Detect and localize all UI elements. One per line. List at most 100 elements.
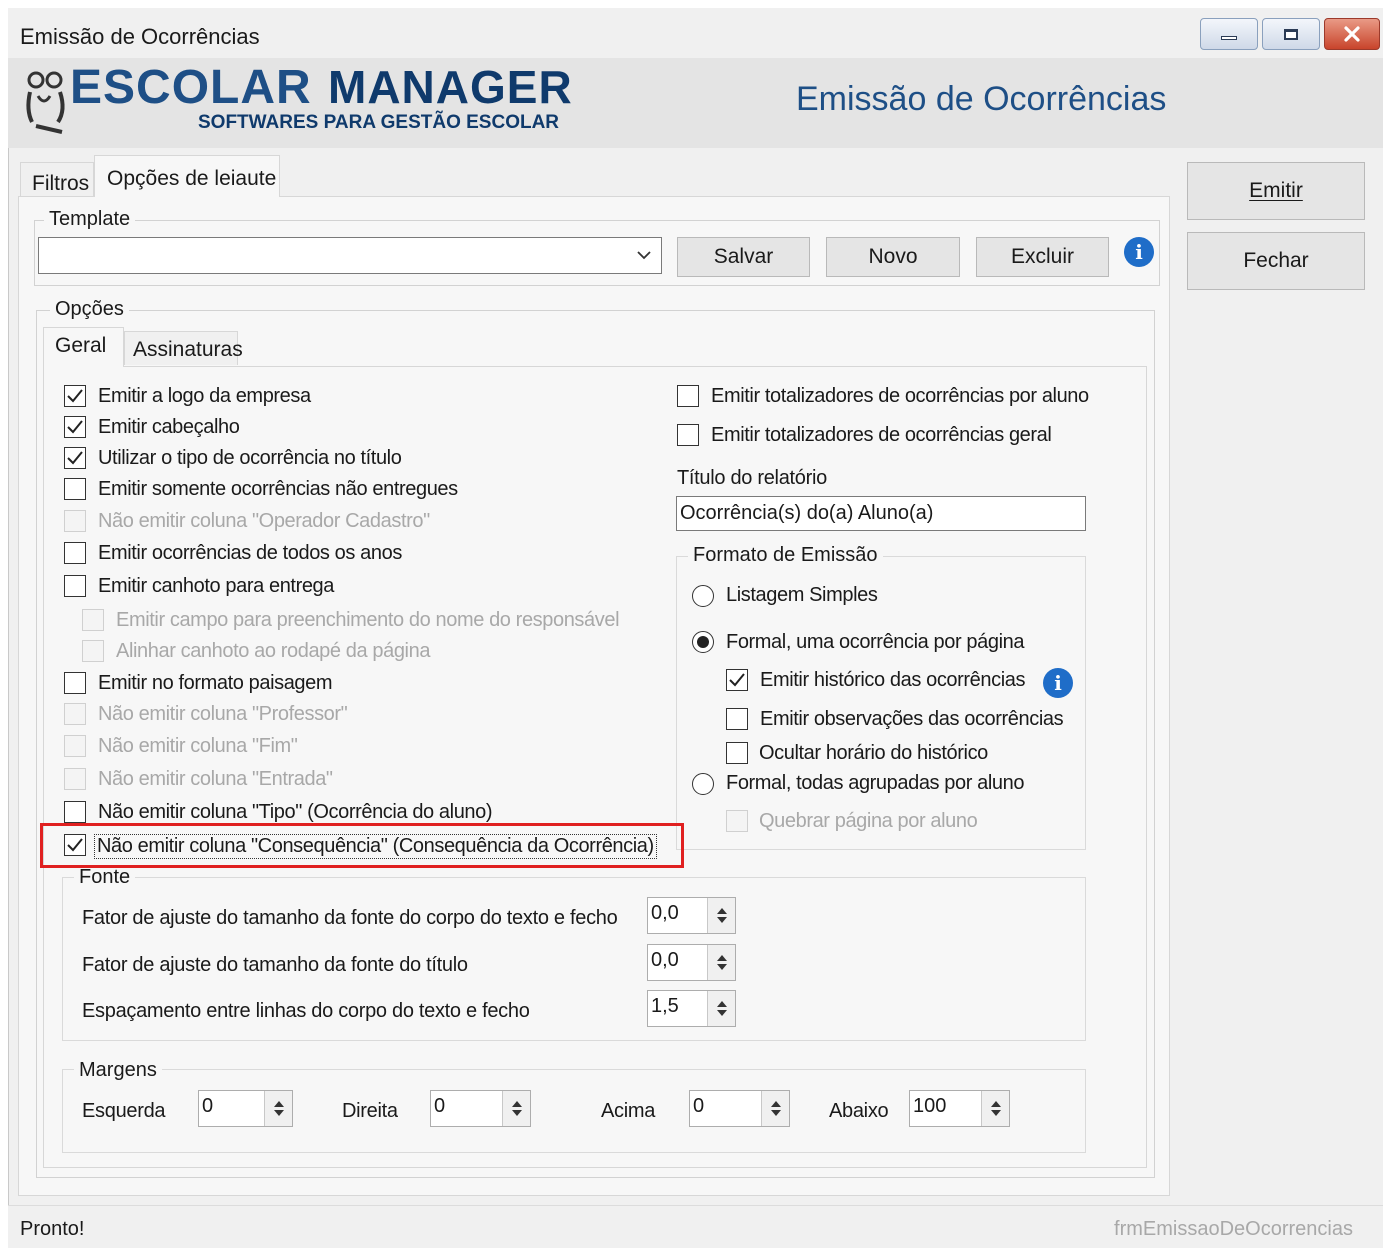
close-icon xyxy=(1344,26,1360,42)
chevron-down-icon xyxy=(637,251,651,260)
option-label: Não emitir coluna "Professor" xyxy=(98,703,348,725)
esquerda-stepper[interactable]: 0 xyxy=(198,1090,293,1127)
tab-filtros[interactable]: Filtros xyxy=(20,162,94,196)
label-totalizadores-aluno: Emitir totalizadores de ocorrências por … xyxy=(711,385,1089,407)
espacamento-stepper[interactable]: 1,5 xyxy=(647,990,736,1027)
margens-group-label: Margens xyxy=(74,1059,162,1082)
checkbox-option[interactable] xyxy=(64,416,86,438)
window-title: Emissão de Ocorrências xyxy=(20,24,260,49)
checkbox-totalizadores-geral[interactable] xyxy=(677,424,699,446)
checkbox-option[interactable] xyxy=(64,735,86,757)
tab-assinaturas[interactable]: Assinaturas xyxy=(124,331,243,365)
spinner-arrows-icon[interactable] xyxy=(707,991,735,1026)
option-label: Não emitir coluna "Operador Cadastro" xyxy=(98,510,430,532)
form-name-label: frmEmissaoDeOcorrencias xyxy=(1114,1218,1353,1240)
esquerda-label: Esquerda xyxy=(82,1100,166,1122)
page-title: Emissão de Ocorrências xyxy=(796,80,1167,118)
checkbox-option[interactable] xyxy=(64,575,86,597)
abaixo-stepper[interactable]: 100 xyxy=(909,1090,1010,1127)
option-label: Emitir a logo da empresa xyxy=(98,385,311,407)
header-banner: ESCOLAR MANAGER SOFTWARES PARA GESTÃO ES… xyxy=(8,58,1383,148)
radio-listagem-simples[interactable] xyxy=(692,585,714,607)
option-label: Não emitir coluna "Fim" xyxy=(98,735,298,757)
checkbox-option[interactable] xyxy=(64,447,86,469)
checkbox-emitir-observacoes[interactable] xyxy=(726,708,748,730)
label-formal-agrupadas: Formal, todas agrupadas por aluno xyxy=(726,772,1025,794)
direita-stepper[interactable]: 0 xyxy=(430,1090,531,1127)
minimize-button[interactable] xyxy=(1200,18,1258,50)
fonte-corpo-stepper[interactable]: 0,0 xyxy=(647,897,736,934)
novo-button[interactable]: Novo xyxy=(826,237,960,277)
fonte-titulo-stepper[interactable]: 0,0 xyxy=(647,944,736,981)
radio-formal-agrupadas[interactable] xyxy=(692,773,714,795)
template-group-label: Template xyxy=(44,208,136,231)
tab-geral[interactable]: Geral xyxy=(43,327,124,367)
fonte-titulo-label: Fator de ajuste do tamanho da fonte do t… xyxy=(82,954,468,976)
title-bar: Emissão de Ocorrências xyxy=(8,8,1383,58)
highlight-box xyxy=(40,823,684,868)
checkmark-icon xyxy=(67,420,83,434)
tab-opcoes-de-leiaute[interactable]: Opções de leiaute xyxy=(94,155,280,197)
spinner-arrows-icon[interactable] xyxy=(981,1091,1009,1126)
label-quebrar-pagina: Quebrar página por aluno xyxy=(759,810,978,832)
checkbox-emitir-historico[interactable] xyxy=(726,669,748,691)
fonte-group-label: Fonte xyxy=(74,866,136,889)
maximize-icon xyxy=(1284,28,1298,40)
checkbox-option[interactable] xyxy=(64,672,86,694)
acima-stepper[interactable]: 0 xyxy=(689,1090,790,1127)
salvar-button[interactable]: Salvar xyxy=(677,237,810,277)
checkbox-option[interactable] xyxy=(64,478,86,500)
checkbox-option[interactable] xyxy=(64,801,86,823)
status-bar: Pronto! frmEmissaoDeOcorrencias xyxy=(8,1205,1383,1248)
label-formal-por-pagina: Formal, uma ocorrência por página xyxy=(726,631,1025,653)
template-info-icon[interactable]: i xyxy=(1124,237,1154,267)
checkbox-option[interactable] xyxy=(64,768,86,790)
option-label: Emitir canhoto para entrega xyxy=(98,575,335,597)
close-button[interactable] xyxy=(1324,18,1380,50)
logo-tagline: SOFTWARES PARA GESTÃO ESCOLAR xyxy=(198,112,560,133)
radio-formal-por-pagina[interactable] xyxy=(692,631,714,653)
option-label: Emitir ocorrências de todos os anos xyxy=(98,542,402,564)
spinner-arrows-icon[interactable] xyxy=(264,1091,292,1126)
historico-info-icon[interactable]: i xyxy=(1043,668,1073,698)
spinner-arrows-icon[interactable] xyxy=(707,898,735,933)
option-label: Não emitir coluna "Entrada" xyxy=(98,768,333,790)
fechar-button[interactable]: Fechar xyxy=(1187,232,1365,290)
option-label: Emitir cabeçalho xyxy=(98,416,240,438)
formato-emissao-label: Formato de Emissão xyxy=(688,544,883,567)
option-label: Alinhar canhoto ao rodapé da página xyxy=(116,640,431,662)
logo-escolar: ESCOLAR xyxy=(70,61,312,114)
option-label: Emitir campo para preenchimento do nome … xyxy=(116,609,620,631)
abaixo-label: Abaixo xyxy=(829,1100,889,1122)
checkbox-ocultar-horario[interactable] xyxy=(726,742,748,764)
checkbox-option[interactable] xyxy=(64,703,86,725)
spinner-arrows-icon[interactable] xyxy=(502,1091,530,1126)
fonte-corpo-label: Fator de ajuste do tamanho da fonte do c… xyxy=(82,907,618,929)
option-label: Emitir somente ocorrências não entregues xyxy=(98,478,458,500)
titulo-relatorio-label: Título do relatório xyxy=(677,467,827,489)
spinner-arrows-icon[interactable] xyxy=(761,1091,789,1126)
checkbox-option[interactable] xyxy=(64,542,86,564)
opcoes-group-label: Opções xyxy=(50,298,129,321)
checkbox-option[interactable] xyxy=(64,385,86,407)
checkbox-option[interactable] xyxy=(64,510,86,532)
label-emitir-observacoes: Emitir observações das ocorrências xyxy=(760,708,1064,730)
excluir-button[interactable]: Excluir xyxy=(976,237,1109,277)
acima-label: Acima xyxy=(601,1100,656,1122)
maximize-button[interactable] xyxy=(1262,18,1320,50)
option-label: Não emitir coluna "Tipo" (Ocorrência do … xyxy=(98,801,493,823)
emitir-button[interactable]: Emitir xyxy=(1187,162,1365,220)
checkbox-quebrar-pagina[interactable] xyxy=(726,810,748,832)
checkbox-option[interactable] xyxy=(82,640,104,662)
minimize-icon xyxy=(1221,36,1237,40)
checkbox-totalizadores-aluno[interactable] xyxy=(677,385,699,407)
logo-manager: MANAGER xyxy=(328,61,573,113)
template-select[interactable] xyxy=(38,237,662,274)
titulo-relatorio-input[interactable]: Ocorrência(s) do(a) Aluno(a) xyxy=(676,496,1086,531)
owl-logo-icon xyxy=(26,71,65,134)
option-label: Utilizar o tipo de ocorrência no título xyxy=(98,447,402,469)
spinner-arrows-icon[interactable] xyxy=(707,945,735,980)
checkbox-option[interactable] xyxy=(82,609,104,631)
status-text: Pronto! xyxy=(20,1218,85,1240)
label-totalizadores-geral: Emitir totalizadores de ocorrências gera… xyxy=(711,424,1052,446)
